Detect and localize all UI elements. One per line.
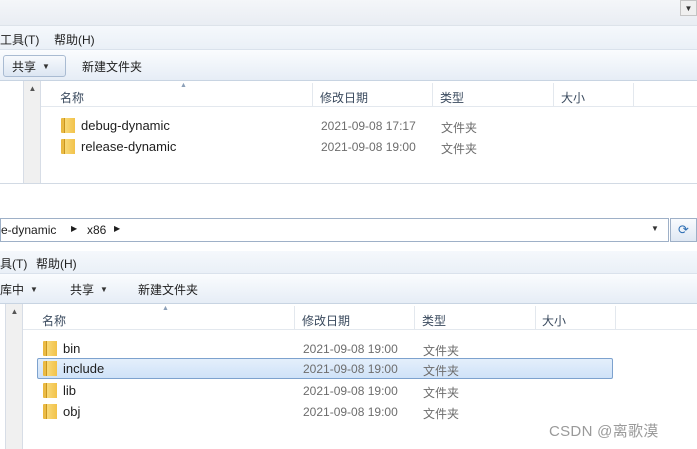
file-type: 文件夹 (423, 407, 460, 421)
file-name: debug-dynamic (81, 118, 170, 133)
menu-help[interactable]: 帮助(H) (54, 31, 95, 48)
bottom-nav-scrollbar[interactable]: ▲ (6, 304, 23, 449)
file-type: 文件夹 (423, 386, 460, 400)
file-name: lib (63, 383, 77, 398)
file-modified: 2021-09-08 19:00 (321, 140, 416, 154)
new-folder-button[interactable]: 新建文件夹 (74, 55, 150, 77)
column-name[interactable]: 名称 (60, 89, 84, 106)
bottom-column-header: ▲ 名称 修改日期 类型 大小 (23, 305, 697, 330)
top-toolbar: 共享 ▼ 新建文件夹 (0, 50, 697, 81)
column-divider[interactable] (432, 83, 433, 107)
chevron-down-icon[interactable]: ▼ (651, 224, 659, 233)
top-scroll-down-button[interactable]: ▼ (680, 0, 697, 16)
column-divider[interactable] (553, 83, 554, 107)
share-button[interactable]: 共享 ▼ (62, 278, 116, 300)
column-size[interactable]: 大小 (542, 312, 566, 329)
column-divider[interactable] (414, 306, 415, 330)
menu-tools[interactable]: 工具(T) (0, 31, 39, 48)
library-label: 库中 (0, 282, 25, 297)
chevron-right-icon[interactable]: ▶ (71, 224, 77, 233)
chevron-down-icon: ▼ (42, 61, 50, 71)
new-folder-label: 新建文件夹 (82, 59, 143, 74)
file-modified: 2021-09-08 19:00 (303, 342, 398, 356)
chevron-down-icon: ▼ (30, 284, 38, 294)
address-bar[interactable]: e-dynamic ▶ x86 ▶ ▼ (0, 218, 669, 242)
column-divider[interactable] (615, 306, 616, 330)
column-modified[interactable]: 修改日期 (302, 312, 350, 329)
folder-icon (43, 404, 57, 419)
file-type: 文件夹 (423, 344, 460, 358)
folder-icon (43, 361, 57, 376)
file-row[interactable]: debug-dynamic 2021-09-08 17:17 文件夹 (55, 115, 575, 136)
scroll-up-icon[interactable]: ▲ (24, 84, 41, 93)
file-row[interactable]: obj 2021-09-08 19:00 文件夹 (38, 401, 612, 422)
top-column-header: ▲ 名称 修改日期 类型 大小 (41, 82, 697, 107)
file-modified: 2021-09-08 19:00 (303, 384, 398, 398)
breadcrumb-segment[interactable]: e-dynamic (1, 223, 56, 237)
column-name[interactable]: 名称 (42, 312, 66, 329)
file-name: include (63, 361, 105, 376)
top-window-titlebar (0, 0, 697, 26)
file-modified: 2021-09-08 19:00 (303, 405, 398, 419)
bottom-menubar: 具(T) 帮助(H) (0, 251, 697, 274)
chevron-down-icon: ▼ (100, 284, 108, 294)
scroll-up-icon[interactable]: ▲ (6, 307, 23, 316)
column-divider[interactable] (294, 306, 295, 330)
top-menubar: 工具(T) 帮助(H) (0, 26, 697, 50)
file-type: 文件夹 (441, 121, 478, 135)
folder-icon (43, 341, 57, 356)
bottom-toolbar: 库中 ▼ 共享 ▼ 新建文件夹 (0, 274, 697, 304)
watermark: CSDN @离歌漠 (549, 423, 659, 440)
column-modified[interactable]: 修改日期 (320, 89, 368, 106)
file-row-selected[interactable]: include 2021-09-08 19:00 文件夹 (37, 358, 613, 379)
breadcrumb-segment[interactable]: x86 (87, 223, 106, 237)
file-row[interactable]: bin 2021-09-08 19:00 文件夹 (38, 338, 612, 359)
file-type: 文件夹 (423, 364, 460, 378)
refresh-icon: ⟳ (678, 222, 689, 237)
file-name: release-dynamic (81, 139, 177, 154)
menu-help[interactable]: 帮助(H) (36, 255, 77, 272)
top-nav-scrollbar[interactable]: ▲ (24, 81, 41, 183)
new-folder-label: 新建文件夹 (138, 282, 199, 297)
include-in-library-button[interactable]: 库中 ▼ (0, 278, 46, 300)
sort-up-icon: ▲ (180, 82, 187, 89)
column-size[interactable]: 大小 (561, 89, 585, 106)
file-row[interactable]: lib 2021-09-08 19:00 文件夹 (38, 380, 612, 401)
column-divider[interactable] (633, 83, 634, 107)
share-label: 共享 (70, 282, 95, 297)
folder-icon (61, 139, 75, 154)
file-name: bin (63, 341, 81, 356)
file-row[interactable]: release-dynamic 2021-09-08 19:00 文件夹 (55, 136, 575, 157)
folder-icon (61, 118, 75, 133)
folder-icon (43, 383, 57, 398)
column-divider[interactable] (312, 83, 313, 107)
chevron-right-icon[interactable]: ▶ (114, 224, 120, 233)
column-type[interactable]: 类型 (440, 89, 464, 106)
new-folder-button[interactable]: 新建文件夹 (130, 278, 206, 300)
file-modified: 2021-09-08 19:00 (303, 362, 398, 376)
sort-up-icon: ▲ (162, 305, 169, 312)
column-divider[interactable] (535, 306, 536, 330)
column-type[interactable]: 类型 (422, 312, 446, 329)
refresh-button[interactable]: ⟳ (670, 218, 697, 242)
window-gap (0, 183, 697, 215)
menu-tools[interactable]: 具(T) (0, 255, 27, 272)
share-label: 共享 (12, 59, 37, 74)
file-modified: 2021-09-08 17:17 (321, 119, 416, 133)
file-type: 文件夹 (441, 142, 478, 156)
top-navigation-pane (0, 81, 24, 183)
file-name: obj (63, 404, 81, 419)
share-button[interactable]: 共享 ▼ (3, 55, 66, 77)
